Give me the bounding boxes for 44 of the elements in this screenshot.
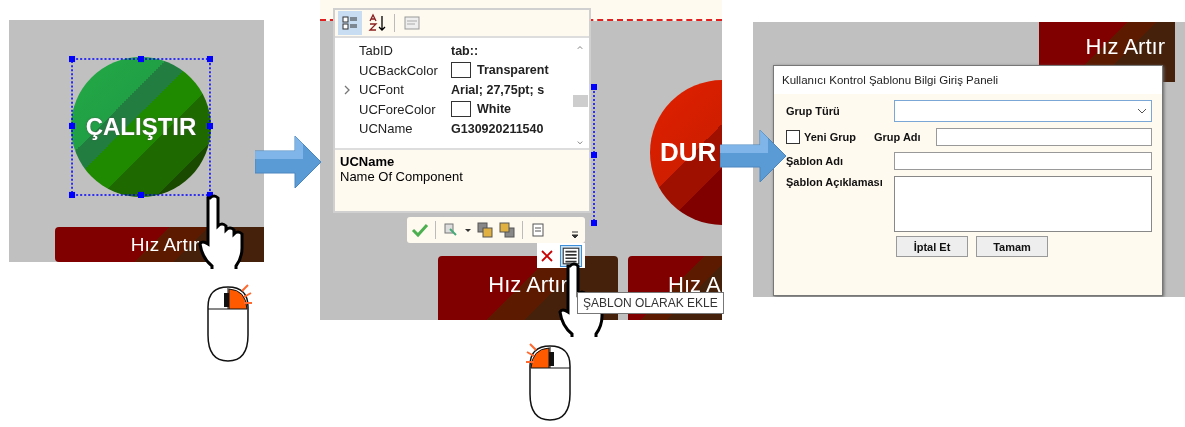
property-name: UCName [359,121,414,137]
property-value: G130920211540 [451,121,544,136]
document-icon[interactable] [529,221,547,239]
color-swatch [451,101,471,118]
property-value: tab:: [451,43,479,58]
new-group-checkbox[interactable]: Yeni Grup [786,130,856,144]
chevron-down-icon [1137,108,1147,114]
field-label: Şablon Açıklaması [786,176,884,188]
property-name: UCFont [359,82,405,98]
bring-forward-icon[interactable] [476,221,494,239]
property-value: Transparent [477,63,549,78]
property-value: White [477,102,512,117]
checkmark-icon[interactable] [411,221,429,239]
color-swatch [451,62,471,79]
close-icon[interactable] [540,248,554,263]
property-name: UCForeColor [359,101,437,117]
dialog-title: Kullanıcı Kontrol Şablonu Bilgi Giriş Paneli [774,66,1162,94]
caret-icon[interactable] [464,226,472,234]
field-label: Şablon Adı [786,155,845,167]
categorized-icon[interactable] [338,11,362,35]
template-icon[interactable] [560,244,582,267]
field-label: Grup Adı [873,131,922,143]
property-name: TabID [359,43,394,59]
start-circle-button[interactable]: ÇALIŞTIR [71,57,211,197]
send-backward-icon[interactable] [498,221,516,239]
group-type-dropdown[interactable] [894,100,1152,122]
overflow-icon[interactable] [571,230,579,240]
dialog-button[interactable]: Tamam [976,236,1048,257]
description-text: Name Of Component [340,169,464,184]
expand-icon[interactable] [343,84,351,95]
property-value: Arial; 27,75pt; s [451,82,545,97]
template-name-field[interactable] [894,152,1152,170]
stop-circle-button[interactable]: DUR [650,80,722,225]
next-step-arrow [255,136,321,188]
template-description-field[interactable] [894,176,1152,232]
tooltip: ŞABLON OLARAK EKLE [577,292,724,314]
scroll-down-icon[interactable] [575,140,585,144]
group-name-field[interactable] [935,128,1152,146]
scroll-thumb[interactable] [572,95,588,107]
scroll-up-icon[interactable] [575,46,585,50]
property-name: UCBackColor [359,62,439,78]
dialog-button[interactable]: İptal Et [896,236,968,257]
description-title: UCName [340,154,396,169]
field-label: Grup Türü [786,105,841,117]
